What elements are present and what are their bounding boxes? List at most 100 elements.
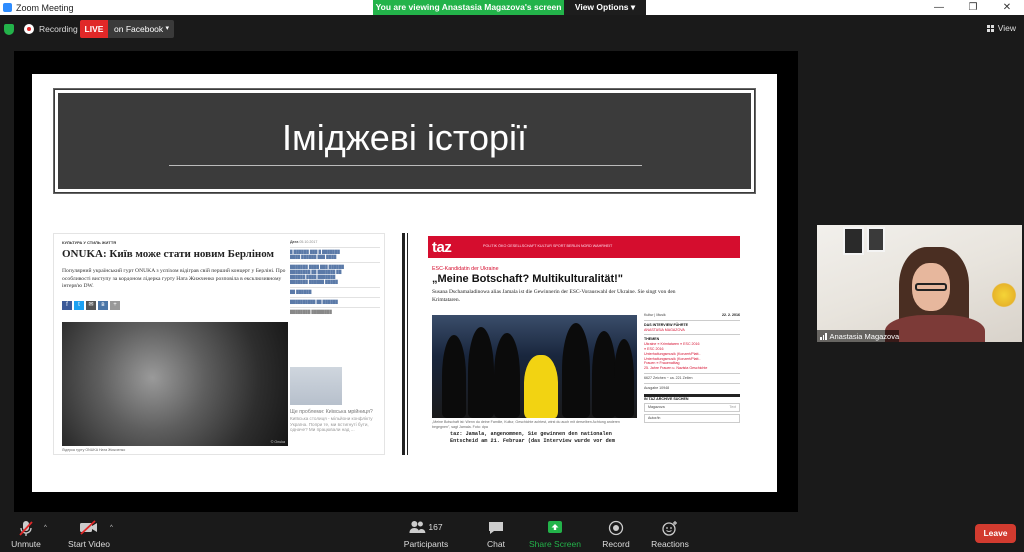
grid-view-icon bbox=[986, 24, 994, 32]
recording-label[interactable]: Recording bbox=[39, 24, 78, 34]
record-label: Record bbox=[602, 539, 630, 549]
dw-social-buttons: f t ✉ в + bbox=[62, 301, 120, 310]
taz-article-screenshot: taz POLITIK ÖKO GESELLSCHAFT KULTUR SPOR… bbox=[428, 233, 745, 455]
chat-label: Chat bbox=[487, 539, 505, 549]
taz-author-field: Autor/in bbox=[644, 414, 740, 423]
taz-header: taz POLITIK ÖKO GESELLSCHAFT KULTUR SPOR… bbox=[428, 236, 740, 258]
participants-icon: 167 bbox=[409, 520, 443, 534]
dw-sidebar-date: 05.10.2017 bbox=[299, 240, 318, 244]
live-target-label: on Facebook bbox=[114, 24, 164, 34]
unmute-label: Unmute bbox=[11, 539, 41, 549]
taz-caption-text: „Meine Botschaft ist: Wenn du deine Fami… bbox=[432, 420, 620, 429]
view-label: View bbox=[997, 23, 1016, 33]
singer-dress bbox=[524, 355, 558, 418]
taz-section: Kultur | Musik bbox=[644, 313, 666, 317]
column-divider-thin bbox=[407, 233, 408, 455]
share-screen-label: Share Screen bbox=[529, 539, 581, 549]
wall-picture bbox=[843, 227, 864, 255]
participant-video-tile[interactable]: Anastasia Magazova bbox=[817, 225, 1022, 342]
chat-bubble-icon bbox=[488, 520, 504, 540]
dw-sidebar-date-label: Дата bbox=[290, 240, 299, 244]
taz-logo: taz bbox=[432, 239, 452, 256]
dw-sidebar-photo bbox=[290, 367, 342, 405]
slide-title: Іміджеві історії bbox=[281, 117, 528, 158]
window-controls: — ❐ ✕ bbox=[922, 0, 1024, 15]
viewing-message: You are viewing Anastasia Magazova's scr… bbox=[373, 0, 564, 15]
participant-name-bar: Anastasia Magazova bbox=[817, 330, 900, 342]
audio-level-icon bbox=[820, 332, 827, 340]
participant-glasses bbox=[915, 283, 947, 291]
taz-photo-credit: Foto: dpa bbox=[472, 424, 488, 429]
taz-line-count: ~ ca. 221 Zeilen bbox=[666, 375, 693, 380]
minimize-button[interactable]: — bbox=[922, 0, 956, 15]
live-badge[interactable]: LIVE bbox=[80, 20, 108, 38]
taz-author-field-label: Autor/in bbox=[648, 416, 661, 421]
flowers bbox=[990, 280, 1018, 310]
share-plus-icon: + bbox=[110, 301, 120, 310]
taz-caption: „Meine Botschaft ist: Wenn du deine Fami… bbox=[432, 420, 637, 429]
taz-author: ANASTASIA MAGAZOVA bbox=[644, 327, 685, 332]
taz-search-type: Text bbox=[729, 405, 736, 410]
taz-nav: POLITIK ÖKO GESELLSCHAFT KULTUR SPORT BE… bbox=[483, 244, 613, 248]
record-button[interactable]: Record bbox=[598, 517, 634, 552]
window-titlebar: Zoom Meeting You are viewing Anastasia M… bbox=[0, 0, 1024, 15]
chevron-down-icon: ▾ bbox=[165, 25, 169, 32]
taz-body: taz: Jamala, angenommen, Sie gewinnen de… bbox=[450, 431, 615, 444]
taz-headline: „Meine Botschaft? Multikulturalität!" bbox=[432, 273, 623, 285]
security-shield-icon[interactable] bbox=[4, 24, 14, 35]
window-title: Zoom Meeting bbox=[16, 2, 74, 13]
audio-options-caret-icon[interactable]: ^ bbox=[44, 525, 47, 531]
start-video-label: Start Video bbox=[68, 539, 110, 549]
view-options-button[interactable]: View Options ▾ bbox=[564, 0, 646, 15]
taz-lead: Susana Dschamaladinowa alias Jamala ist … bbox=[432, 289, 676, 303]
dw-category: КУЛЬТУРА У СТИЛЬ ЖИТТЯ bbox=[62, 240, 117, 245]
close-button[interactable]: ✕ bbox=[990, 0, 1024, 15]
dw-sidebar-related: Ще проблеми: Київська мрійниця? bbox=[290, 409, 373, 415]
dw-caption: Лідерка гурту ONUKA Ната Жижченко bbox=[62, 448, 126, 452]
dw-article-screenshot: КУЛЬТУРА У СТИЛЬ ЖИТТЯ ONUKA: Київ може … bbox=[53, 233, 385, 455]
live-target-dropdown[interactable]: on Facebook ▾ bbox=[108, 20, 174, 38]
reactions-label: Reactions bbox=[651, 539, 689, 549]
chat-button[interactable]: Chat bbox=[480, 517, 512, 552]
taz-search-value: Magazova bbox=[648, 405, 665, 410]
record-icon bbox=[608, 520, 624, 541]
twitter-icon: t bbox=[74, 301, 84, 310]
dw-photo-watermark: © Onuka bbox=[270, 440, 285, 444]
maximize-button[interactable]: ❐ bbox=[956, 0, 990, 15]
unmute-button[interactable]: Unmute bbox=[6, 517, 46, 552]
video-options-caret-icon[interactable]: ^ bbox=[110, 525, 113, 531]
taz-kicker: ESC-Kandidatin der Ukraine bbox=[432, 266, 499, 272]
meeting-toolbar: Unmute ^ Start Video ^ 167 Participants … bbox=[0, 517, 1024, 552]
reactions-button[interactable]: Reactions bbox=[650, 517, 690, 552]
meeting-topbar: Recording LIVE on Facebook ▾ View bbox=[0, 15, 1024, 43]
zoom-logo-icon bbox=[3, 3, 12, 12]
taz-search-box: Magazova Text bbox=[644, 403, 740, 413]
dw-sidebar-teaser: Ще проблеми: Київська мрійниця? Київська… bbox=[290, 409, 380, 433]
taz-char-count: 6627 Zeichen bbox=[644, 375, 666, 380]
vk-icon: в bbox=[98, 301, 108, 310]
view-button[interactable]: View bbox=[986, 23, 1016, 33]
wall-picture bbox=[867, 227, 885, 252]
start-video-button[interactable]: Start Video bbox=[64, 517, 114, 552]
taz-tag: 25. Jahre Frauen u. Nazista Geschichte bbox=[644, 366, 708, 371]
dw-lead: Популярний український гурт ONUKA з успі… bbox=[62, 268, 286, 290]
dw-photo: © Onuka bbox=[62, 322, 288, 446]
share-screen-button[interactable]: Share Screen bbox=[528, 517, 582, 552]
participant-name: Anastasia Magazova bbox=[829, 331, 900, 341]
dw-headline: ONUKA: Київ може стати новим Берліном bbox=[62, 248, 275, 260]
share-screen-icon bbox=[547, 520, 563, 540]
slide-title-box: Іміджеві історії bbox=[53, 88, 756, 194]
dw-sidebar: Дата 05.10.2017 █ ██████ ███ █ ███████ █… bbox=[290, 240, 380, 315]
viewing-banner: You are viewing Anastasia Magazova's scr… bbox=[373, 0, 646, 15]
participant-body bbox=[885, 315, 985, 342]
column-divider bbox=[402, 233, 405, 455]
presentation-slide: Іміджеві історії КУЛЬТУРА У СТИЛЬ ЖИТТЯ … bbox=[32, 74, 777, 492]
app-title: Zoom Meeting bbox=[0, 3, 74, 13]
participants-button[interactable]: 167 Participants bbox=[400, 517, 452, 552]
taz-archive-title: IN TAZ ARCHIVE SUCHEN bbox=[644, 396, 689, 401]
leave-button[interactable]: Leave bbox=[975, 524, 1016, 543]
recording-icon bbox=[24, 24, 34, 34]
taz-right-column: Kultur | Musik 22. 2. 2016 DAS INTERVIEW … bbox=[644, 313, 740, 423]
mail-icon: ✉ bbox=[86, 301, 96, 310]
participants-label: Participants bbox=[403, 539, 449, 549]
